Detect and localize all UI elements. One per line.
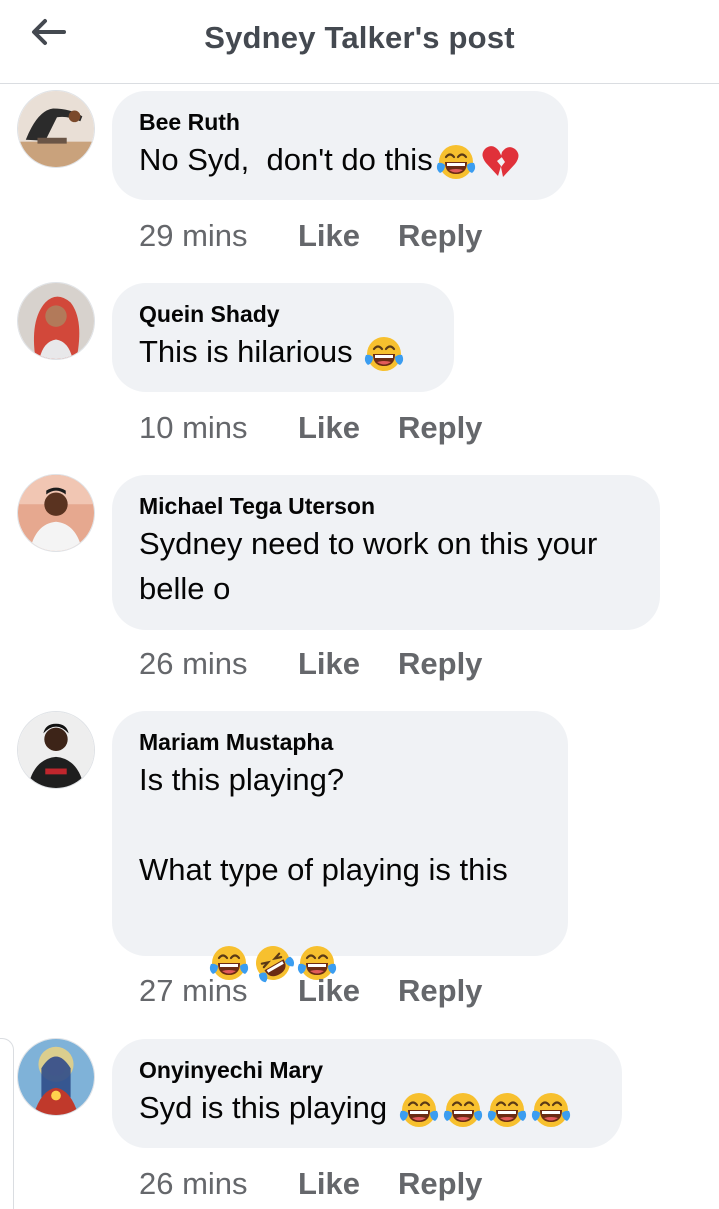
comment-author[interactable]: Onyinyechi Mary: [139, 1055, 596, 1085]
like-button[interactable]: Like: [298, 644, 398, 684]
comment-text-content: No Syd, don't do this: [139, 142, 433, 177]
top-bar: Sydney Talker's post: [0, 0, 719, 84]
comment-text: This is hilarious: [139, 329, 428, 375]
avatar[interactable]: [17, 1038, 95, 1116]
overlay-panel-edge: [0, 1038, 14, 1209]
comment-timestamp[interactable]: 27 mins: [139, 971, 298, 1011]
page-title: Sydney Talker's post: [204, 20, 515, 55]
comment-actions: 26 mins Like Reply: [139, 1164, 482, 1204]
comment-text: No Syd, don't do this: [139, 137, 542, 183]
comment-text: Sydney need to work on this your belle o: [139, 526, 606, 606]
comment-text: Syd is this playing: [139, 1085, 596, 1131]
comment-timestamp[interactable]: 26 mins: [139, 644, 298, 684]
avatar[interactable]: [17, 90, 95, 168]
comment-timestamp[interactable]: 10 mins: [139, 408, 298, 448]
like-button[interactable]: Like: [298, 1164, 398, 1204]
comment-actions: 10 mins Like Reply: [139, 408, 482, 448]
comment-bubble[interactable]: Quein Shady This is hilarious: [112, 283, 454, 392]
reply-button[interactable]: Reply: [398, 408, 482, 448]
face-with-tears-of-joy-icon: [435, 141, 477, 183]
avatar[interactable]: [17, 282, 95, 360]
avatar[interactable]: [17, 711, 95, 789]
like-button[interactable]: Like: [298, 216, 398, 256]
comment-actions: 29 mins Like Reply: [139, 216, 482, 256]
comment-text-line: Is this playing?: [139, 762, 345, 797]
reply-button[interactable]: Reply: [398, 644, 482, 684]
face-with-tears-of-joy-icon: [442, 1089, 484, 1131]
comment-author[interactable]: Mariam Mustapha: [139, 727, 542, 757]
face-with-tears-of-joy-icon: [363, 333, 405, 375]
reply-button[interactable]: Reply: [398, 216, 482, 256]
comment-author[interactable]: Quein Shady: [139, 299, 428, 329]
comment-text-gap: [139, 802, 542, 847]
comment-bubble[interactable]: Bee Ruth No Syd, don't do this: [112, 91, 568, 200]
comment-timestamp[interactable]: 29 mins: [139, 216, 298, 256]
like-button[interactable]: Like: [298, 971, 398, 1011]
comment-bubble[interactable]: Mariam Mustapha Is this playing? What ty…: [112, 711, 568, 956]
comment-bubble[interactable]: Michael Tega Uterson Sydney need to work…: [112, 475, 660, 630]
like-button[interactable]: Like: [298, 408, 398, 448]
comment-actions: 26 mins Like Reply: [139, 644, 482, 684]
comment-text-line: What type of playing is this: [139, 852, 508, 887]
comment-timestamp[interactable]: 26 mins: [139, 1164, 298, 1204]
comment-author[interactable]: Michael Tega Uterson: [139, 491, 640, 521]
face-with-tears-of-joy-icon: [530, 1089, 572, 1131]
comment-bubble[interactable]: Onyinyechi Mary Syd is this playing: [112, 1039, 622, 1148]
comment-text-content: Syd is this playing: [139, 1090, 388, 1125]
reply-button[interactable]: Reply: [398, 971, 482, 1011]
emoji-row: [435, 141, 521, 183]
emoji-row: [398, 1089, 572, 1131]
broken-heart-icon: [479, 141, 521, 183]
face-with-tears-of-joy-icon: [486, 1089, 528, 1131]
comment-actions: 27 mins Like Reply: [139, 971, 482, 1011]
avatar[interactable]: [17, 474, 95, 552]
face-with-tears-of-joy-icon: [398, 1089, 440, 1131]
comment-text-content: This is hilarious: [139, 334, 353, 369]
reply-button[interactable]: Reply: [398, 1164, 482, 1204]
emoji-row: [363, 333, 405, 375]
comment-author[interactable]: Bee Ruth: [139, 107, 542, 137]
